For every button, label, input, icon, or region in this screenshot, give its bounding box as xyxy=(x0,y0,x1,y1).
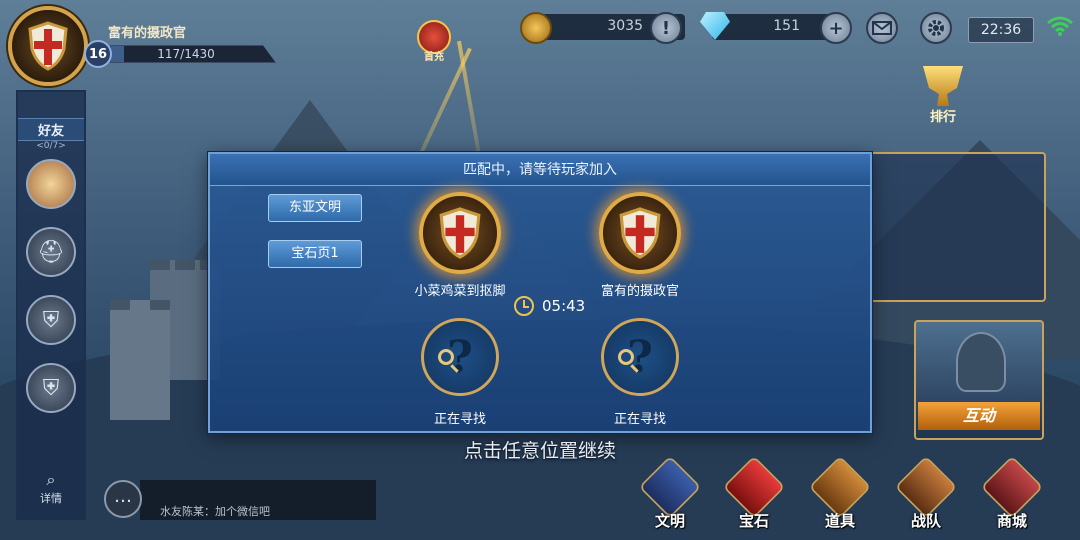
dialog-title: 匹配中，请等待玩家加入 xyxy=(210,154,870,186)
friends-title: 好友 xyxy=(18,118,84,141)
banner-icon xyxy=(638,455,702,519)
trophy-icon xyxy=(923,66,963,106)
friend-slot[interactable]: ⛨ xyxy=(26,363,76,413)
civilization-tag-button[interactable]: 东亚文明 xyxy=(268,194,362,222)
helmet-icon: ⛑ xyxy=(37,239,65,265)
mail-button[interactable] xyxy=(866,12,898,44)
friend-avatar[interactable] xyxy=(26,159,76,209)
nav-gems[interactable]: 宝石 xyxy=(716,455,792,536)
nav-label: 道具 xyxy=(824,512,855,530)
match-timer: 05:43 xyxy=(514,296,585,316)
searching-status: 正在寻找 xyxy=(433,412,486,427)
nav-label: 商城 xyxy=(996,512,1027,530)
gear-icon xyxy=(928,20,944,36)
nav-label: 战队 xyxy=(910,512,941,530)
shield-icon xyxy=(439,207,481,259)
chat-button[interactable]: … xyxy=(104,480,142,518)
player-slot: 富有的摄政官 xyxy=(570,192,710,299)
chat-message: 水友陈某：加个微信吧 xyxy=(160,505,270,518)
player-name: 富有的摄政官 xyxy=(108,26,187,41)
city-panel[interactable] xyxy=(870,152,1046,302)
friends-count: <0/7> xyxy=(36,141,66,151)
plus-icon: + xyxy=(828,17,844,39)
exclamation-icon: ! xyxy=(661,17,671,39)
shop-icon xyxy=(980,455,1044,519)
rank-label: 排行 xyxy=(929,110,956,125)
xp-bar: 117/1430 xyxy=(110,45,276,63)
alert-button[interactable]: ! xyxy=(650,12,682,44)
first-charge-button[interactable]: 首充 xyxy=(414,20,454,63)
searching-slot: ? 正在寻找 xyxy=(570,318,710,427)
player-avatar[interactable] xyxy=(8,6,88,86)
player-name: 富有的摄政官 xyxy=(600,284,679,299)
shield-icon: ⛨ xyxy=(42,375,60,401)
player-emblem xyxy=(599,192,681,274)
nav-civilization[interactable]: 文明 xyxy=(632,455,708,536)
gem-icon xyxy=(722,455,786,519)
clock-icon xyxy=(514,296,534,316)
searching-indicator: ? xyxy=(601,318,679,396)
nav-shop[interactable]: 商城 xyxy=(974,455,1050,536)
detail-button[interactable]: ⌕ 详情 xyxy=(18,470,84,506)
continue-hint[interactable]: 点击任意位置继续 xyxy=(0,436,1080,463)
friend-slot[interactable]: ⛨ xyxy=(26,295,76,345)
chest-icon xyxy=(808,455,872,519)
timer-text: 05:43 xyxy=(542,297,586,315)
nav-label: 宝石 xyxy=(738,512,769,530)
gold-value: 3035 xyxy=(607,18,643,34)
clock: 22:36 xyxy=(968,17,1034,43)
gold-coin-icon xyxy=(520,12,552,44)
settings-button[interactable] xyxy=(920,12,952,44)
magnifier-icon xyxy=(438,349,454,365)
nav-items[interactable]: 道具 xyxy=(802,455,878,536)
envelope-icon xyxy=(872,21,892,35)
nav-team[interactable]: 战队 xyxy=(888,455,964,536)
helmet-icon xyxy=(894,455,958,519)
magnifier-icon xyxy=(618,349,634,365)
search-icon: ⌕ xyxy=(46,470,56,489)
shield-icon xyxy=(28,21,68,71)
add-gems-button[interactable]: + xyxy=(820,12,852,44)
searching-status: 正在寻找 xyxy=(613,412,666,427)
gem-page-tag-button[interactable]: 宝石页1 xyxy=(268,240,362,268)
castle xyxy=(110,300,170,420)
shield-icon: ⛨ xyxy=(42,307,60,333)
rank-button[interactable]: 排行 xyxy=(908,66,978,136)
wifi-icon xyxy=(1047,16,1073,36)
nav-label: 文明 xyxy=(654,512,685,530)
detail-label: 详情 xyxy=(40,492,62,505)
searching-indicator: ? xyxy=(421,318,499,396)
player-slot: 小菜鸡菜到抠脚 xyxy=(390,192,530,299)
level-badge: 16 xyxy=(84,40,112,68)
chat-bubble-icon: … xyxy=(114,486,132,507)
friend-slot[interactable]: ⛑ xyxy=(26,227,76,277)
player-name: 小菜鸡菜到抠脚 xyxy=(414,284,506,299)
gem-value: 151 xyxy=(773,18,800,34)
shield-icon xyxy=(619,207,661,259)
interact-panel[interactable]: 互动 xyxy=(914,320,1044,440)
interact-label: 互动 xyxy=(918,402,1040,430)
hero-portrait xyxy=(956,332,1006,392)
player-emblem xyxy=(419,192,501,274)
xp-text: 117/1430 xyxy=(157,47,215,61)
chat-bar[interactable]: 水友陈某：加个微信吧 xyxy=(140,480,376,520)
matching-dialog[interactable]: 匹配中，请等待玩家加入 东亚文明 宝石页1 小菜鸡菜到抠脚 富有的摄政官 05:… xyxy=(208,152,872,433)
searching-slot: ? 正在寻找 xyxy=(390,318,530,427)
first-charge-label: 首充 xyxy=(424,52,444,63)
